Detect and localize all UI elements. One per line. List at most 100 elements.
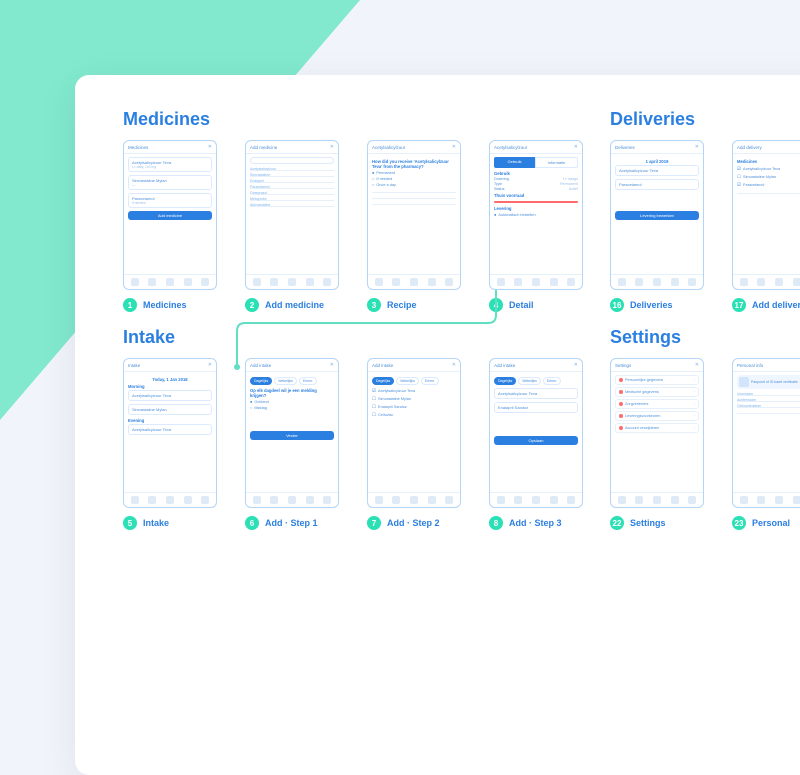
screen-label: Medicines xyxy=(143,300,187,310)
section-title-intake: Intake xyxy=(123,327,583,348)
list-item[interactable]: Acetylsalicylzuur xyxy=(250,167,334,171)
bottom-nav[interactable] xyxy=(611,274,703,289)
med-checkbox[interactable]: Acetylsalicylzuur Teva xyxy=(372,388,456,394)
screen-number: 3 xyxy=(367,298,381,312)
settings-row[interactable]: Persoonlijke gegevens› xyxy=(615,375,699,385)
close-icon[interactable]: ✕ xyxy=(330,362,334,368)
phone-title: Acetylsalicylzuur xyxy=(372,145,405,150)
close-icon[interactable]: ✕ xyxy=(574,362,578,368)
phone-title: Add intake xyxy=(494,363,515,368)
settings-row[interactable]: Leveringsvoorkeuren› xyxy=(615,411,699,421)
edit-delivery-button[interactable]: Levering bewerken xyxy=(615,211,699,220)
screen-detail[interactable]: Acetylsalicylzuur✕ GebruikInformatie Geb… xyxy=(489,140,583,312)
list-item[interactable]: Enalapril xyxy=(250,179,334,183)
phone-title: Add intake xyxy=(372,363,393,368)
close-icon[interactable]: ✕ xyxy=(695,144,699,150)
chevron-right-icon: › xyxy=(694,378,695,382)
phone-title: Intake xyxy=(128,363,140,368)
med-checkbox[interactable]: Simvastatine Mylan xyxy=(372,396,456,402)
form-question: How did you receive 'Acetylsalicylzuur T… xyxy=(372,159,456,169)
radio-once-daily[interactable]: Once a day xyxy=(372,182,456,187)
bottom-nav[interactable] xyxy=(490,492,582,507)
med-checkbox[interactable]: Enalapril Sandoz xyxy=(372,404,456,410)
screen-intake[interactable]: Intake✕ Today, 1 Jan 2018 Morning Acetyl… xyxy=(123,358,217,530)
close-icon[interactable]: ✕ xyxy=(574,144,578,150)
close-icon[interactable]: ✕ xyxy=(452,362,456,368)
frequency-tabs[interactable]: DagelijksWekelijksEénm. xyxy=(250,377,334,385)
next-button[interactable]: Verder xyxy=(250,431,334,440)
settings-row[interactable]: Account verwijderen› xyxy=(615,423,699,433)
screen-label: Add · Step 3 xyxy=(509,518,562,528)
radio-permanent[interactable]: Permanent xyxy=(372,170,456,175)
section-title-settings: Settings xyxy=(610,327,800,348)
bottom-nav[interactable] xyxy=(733,492,800,507)
list-item[interactable]: Metoprolol xyxy=(250,197,334,201)
chevron-right-icon: › xyxy=(694,402,695,406)
screen-number: 8 xyxy=(489,516,503,530)
settings-row[interactable]: Zorgverleners› xyxy=(615,399,699,409)
screen-add-step2[interactable]: Add intake✕ DagelijksWekelijksEénm. Acet… xyxy=(367,358,461,530)
search-input[interactable] xyxy=(250,157,334,164)
bottom-nav[interactable] xyxy=(490,274,582,289)
screen-add-delivery[interactable]: Add delivery✕ Medicines Acetylsalicylzuu… xyxy=(732,140,800,312)
med-item[interactable]: Simvastatine Mylan— xyxy=(128,175,212,190)
section-intake: Intake Intake✕ Today, 1 Jan 2018 Morning… xyxy=(123,327,583,530)
list-item[interactable]: Omeprazol xyxy=(250,191,334,195)
bottom-nav[interactable] xyxy=(124,492,216,507)
screen-personal[interactable]: Personal info✕ Paspoort of ID kaart veri… xyxy=(732,358,800,530)
screen-add-step1[interactable]: Add intake✕ DagelijksWekelijksEénm. Op e… xyxy=(245,358,339,530)
add-medicine-button[interactable]: Add medicine xyxy=(128,211,212,220)
screen-number: 5 xyxy=(123,516,137,530)
bottom-nav[interactable] xyxy=(246,274,338,289)
close-icon[interactable]: ✕ xyxy=(695,362,699,368)
list-item[interactable]: Paracetamol xyxy=(250,185,334,189)
list-item[interactable]: Simvastatine xyxy=(250,173,334,177)
phone-title: Acetylsalicylzuur xyxy=(494,145,527,150)
screen-number: 4 xyxy=(489,298,503,312)
screen-number: 1 xyxy=(123,298,137,312)
bottom-nav[interactable] xyxy=(611,492,703,507)
chevron-right-icon: › xyxy=(694,390,695,394)
screen-add-medicine[interactable]: Add medicine ✕ Acetylsalicylzuur Simvasta… xyxy=(245,140,339,312)
list-item[interactable]: Atorvastatine xyxy=(250,203,334,207)
close-icon[interactable]: ✕ xyxy=(330,144,334,150)
screen-add-step3[interactable]: Add intake✕ DagelijksWekelijksEénm. Acet… xyxy=(489,358,583,530)
screen-deliveries[interactable]: Deliveries✕ 1 april 2019 Acetylsalicylzu… xyxy=(610,140,704,312)
bottom-nav[interactable] xyxy=(368,274,460,289)
radio-if-needed[interactable]: If needed xyxy=(372,176,456,181)
save-button[interactable]: Opslaan xyxy=(494,436,578,445)
close-icon[interactable]: ✕ xyxy=(452,144,456,150)
close-icon[interactable]: ✕ xyxy=(208,144,212,150)
med-item[interactable]: Paracetamolif needed xyxy=(128,193,212,208)
screen-settings[interactable]: Settings ✕ Persoonlijke gegevens› Medisch… xyxy=(610,358,704,530)
phone-title: Deliveries xyxy=(615,145,635,150)
screen-recipe[interactable]: Acetylsalicylzuur ✕ How did you receive '… xyxy=(367,140,461,312)
screen-label: Settings xyxy=(630,518,666,528)
stock-indicator xyxy=(494,201,578,203)
screen-number: 2 xyxy=(245,298,259,312)
phone-title: Settings xyxy=(615,363,631,368)
chevron-right-icon: › xyxy=(694,414,695,418)
med-item[interactable]: Acetylsalicylzuur Teva1× daily, 100 mg xyxy=(128,157,212,172)
screen-number: 7 xyxy=(367,516,381,530)
screen-number: 6 xyxy=(245,516,259,530)
phone-title: Add medicine xyxy=(250,145,277,150)
phone-title: Personal info xyxy=(737,363,763,368)
screen-label: Recipe xyxy=(387,300,417,310)
bottom-nav[interactable] xyxy=(733,274,800,289)
close-icon[interactable]: ✕ xyxy=(208,362,212,368)
screen-medicines[interactable]: Medicines ✕ Acetylsalicylzuur Teva1× dail… xyxy=(123,140,217,312)
screen-number: 16 xyxy=(610,298,624,312)
bottom-nav[interactable] xyxy=(368,492,460,507)
screen-number: 17 xyxy=(732,298,746,312)
bottom-nav[interactable] xyxy=(124,274,216,289)
tabs[interactable]: GebruikInformatie xyxy=(494,157,578,168)
bottom-nav[interactable] xyxy=(246,492,338,507)
section-settings: Settings Settings ✕ Persoonlijke gegevens… xyxy=(610,327,800,530)
section-deliveries: Deliveries Deliveries✕ 1 april 2019 Acet… xyxy=(610,109,800,312)
id-icon xyxy=(739,377,749,387)
med-checkbox[interactable]: Celluvisc xyxy=(372,412,456,418)
settings-row[interactable]: Medische gegevens› xyxy=(615,387,699,397)
screen-label: Detail xyxy=(509,300,534,310)
delivery-option[interactable]: Automatisch bestellen xyxy=(494,212,578,217)
